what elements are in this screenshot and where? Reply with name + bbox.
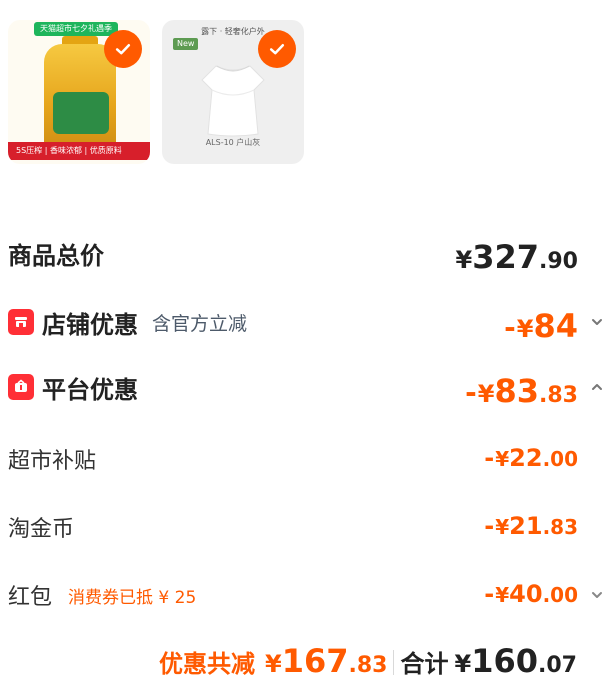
taojin-coin-amount: - ¥ 21 .83 bbox=[484, 502, 578, 552]
amount-integer: 160 bbox=[471, 642, 539, 680]
red-packet-label-group: 红包 消费券已抵 ¥ 25 bbox=[8, 570, 196, 620]
supermarket-subsidy-label: 超市补贴 bbox=[8, 449, 97, 474]
minus-sign: - bbox=[465, 376, 477, 409]
amount-decimal: .00 bbox=[542, 447, 578, 471]
chevron-down-icon bbox=[592, 592, 602, 598]
amount-integer: 21 bbox=[509, 512, 543, 540]
amount-decimal: .83 bbox=[542, 515, 578, 539]
red-packet-label: 红包 bbox=[8, 585, 53, 610]
currency-symbol: ¥ bbox=[477, 380, 495, 408]
amount-decimal: .83 bbox=[539, 383, 578, 408]
goods-total-amount: ¥ 327 .90 bbox=[456, 228, 578, 278]
order-total: 合计 ¥ 160 .07 bbox=[401, 636, 577, 684]
supermarket-subsidy-amount: - ¥ 22 .00 bbox=[484, 434, 578, 484]
amount-integer: 22 bbox=[509, 444, 543, 472]
currency-symbol: ¥ bbox=[495, 515, 510, 539]
product-card-dress[interactable]: 露下 · 轻奢化户外 New ALS-10 户山灰 bbox=[162, 20, 304, 164]
taojin-coin-label: 淘金币 bbox=[8, 517, 75, 542]
currency-symbol: ¥ bbox=[495, 447, 510, 471]
shop-discount-row[interactable]: 店铺优惠 含官方立减 - ¥ 84 bbox=[0, 297, 614, 347]
platform-discount-row[interactable]: 平台优惠 - ¥ 83 .83 bbox=[0, 362, 614, 412]
red-packet-amount: - ¥ 40 .00 bbox=[484, 570, 578, 620]
platform-discount-toggle[interactable] bbox=[588, 378, 606, 396]
minus-sign: - bbox=[484, 444, 495, 472]
taojin-coin-row: 淘金币 - ¥ 21 .83 bbox=[0, 502, 614, 552]
discount-total: 优惠共减 ¥ 167 .83 bbox=[159, 636, 387, 684]
new-tag: New bbox=[173, 38, 199, 50]
checkout-summary-footer: 优惠共减 ¥ 167 .83 合计 ¥ 160 .07 bbox=[0, 636, 614, 684]
taojin-coin-label-group: 淘金币 bbox=[8, 502, 74, 552]
check-icon bbox=[269, 44, 285, 55]
shop-discount-label-group: 店铺优惠 含官方立减 bbox=[8, 297, 247, 347]
oil-top-banner: 天猫超市七夕礼遇季 bbox=[34, 22, 118, 36]
shop-discount-amount: - ¥ 84 bbox=[504, 297, 578, 347]
shop-discount-label: 店铺优惠 bbox=[42, 310, 138, 339]
minus-sign: - bbox=[484, 580, 495, 608]
check-icon bbox=[115, 44, 131, 55]
chevron-down-icon bbox=[592, 319, 602, 325]
currency-symbol: ¥ bbox=[265, 650, 282, 678]
red-packet-coupon-note: 消费券已抵 ¥ 25 bbox=[68, 587, 197, 608]
platform-icon bbox=[8, 374, 34, 400]
amount-decimal: .90 bbox=[539, 249, 578, 274]
currency-symbol: ¥ bbox=[516, 315, 534, 343]
shop-discount-toggle[interactable] bbox=[588, 313, 606, 331]
goods-total-row: 商品总价 ¥ 327 .90 bbox=[0, 228, 614, 278]
dress-caption-bottom: ALS-10 户山灰 bbox=[205, 138, 261, 147]
platform-discount-amount: - ¥ 83 .83 bbox=[465, 362, 578, 412]
amount-decimal: .00 bbox=[542, 583, 578, 607]
supermarket-subsidy-row: 超市补贴 - ¥ 22 .00 bbox=[0, 434, 614, 484]
currency-symbol: ¥ bbox=[454, 650, 472, 678]
goods-total-label: 商品总价 bbox=[8, 241, 104, 270]
amount-integer: 40 bbox=[509, 580, 543, 608]
product-check-button[interactable] bbox=[258, 30, 296, 68]
oil-bottom-strip: 5S压榨 | 香味浓郁 | 优质原料 bbox=[8, 142, 150, 160]
dress-image bbox=[201, 65, 265, 137]
minus-sign: - bbox=[484, 512, 495, 540]
red-packet-toggle[interactable] bbox=[588, 586, 606, 604]
order-total-label: 合计 bbox=[400, 650, 449, 678]
amount-decimal: .83 bbox=[348, 653, 388, 678]
discount-total-label: 优惠共减 bbox=[159, 650, 255, 678]
amount-integer: 83 bbox=[494, 372, 540, 410]
platform-discount-label: 平台优惠 bbox=[42, 375, 138, 404]
selected-products: 天猫超市七夕礼遇季 5S压榨 | 香味浓郁 | 优质原料 露下 · 轻奢化户外 … bbox=[8, 20, 304, 166]
oil-label bbox=[53, 92, 109, 134]
platform-discount-label-group: 平台优惠 bbox=[8, 362, 138, 412]
minus-sign: - bbox=[504, 311, 516, 344]
shop-discount-note: 含官方立减 bbox=[152, 312, 248, 335]
supermarket-subsidy-label-group: 超市补贴 bbox=[8, 434, 96, 484]
footer-divider bbox=[393, 650, 394, 675]
product-check-button[interactable] bbox=[104, 30, 142, 68]
amount-integer: 84 bbox=[533, 307, 578, 345]
amount-integer: 327 bbox=[472, 238, 540, 276]
red-packet-row[interactable]: 红包 消费券已抵 ¥ 25 - ¥ 40 .00 bbox=[0, 570, 614, 620]
amount-decimal: .07 bbox=[538, 653, 577, 678]
amount-integer: 167 bbox=[281, 642, 349, 680]
goods-total-label-group: 商品总价 bbox=[8, 228, 104, 278]
shop-icon bbox=[8, 309, 34, 335]
product-card-oil[interactable]: 天猫超市七夕礼遇季 5S压榨 | 香味浓郁 | 优质原料 bbox=[8, 20, 150, 164]
currency-symbol: ¥ bbox=[495, 583, 510, 607]
currency-symbol: ¥ bbox=[455, 246, 473, 274]
chevron-up-icon bbox=[592, 384, 602, 390]
